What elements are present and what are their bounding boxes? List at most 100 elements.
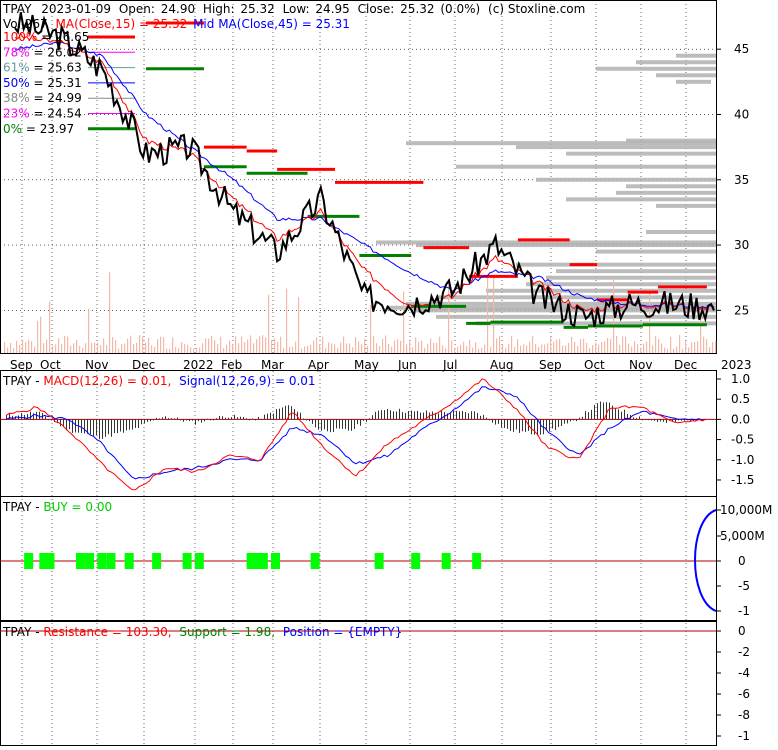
volume-bar — [70, 345, 72, 353]
volume-bar — [313, 340, 315, 353]
macd-histogram-bar — [21, 412, 22, 420]
volume-bar — [499, 336, 501, 353]
volume-bar — [379, 346, 381, 353]
macd-histogram-bar — [369, 418, 370, 420]
volume-bar — [421, 340, 423, 353]
volume-bar — [445, 348, 447, 353]
macd-histogram-bar — [345, 419, 346, 429]
volume-bar — [196, 347, 198, 353]
volume-bar — [337, 348, 339, 353]
volume-bar — [685, 341, 687, 353]
macd-histogram-bar — [48, 419, 49, 421]
macd-histogram-bar — [45, 416, 46, 420]
macd-histogram-bar — [177, 417, 178, 420]
fib-level-label: 50% = 25.31 — [3, 76, 82, 90]
fib-level-label: 100% = 26.65 — [3, 30, 89, 44]
macd-histogram-bar — [624, 409, 625, 420]
volume-bar — [10, 342, 12, 353]
volume-bar — [709, 347, 711, 353]
macd-histogram-bar — [354, 419, 355, 429]
volume-bar — [412, 347, 414, 353]
volume-bar — [106, 345, 108, 353]
volume-bar — [349, 343, 351, 353]
macd-histogram-bar — [648, 419, 649, 421]
volume-bar — [340, 342, 342, 353]
volume-bar — [286, 288, 288, 353]
volume-bar — [373, 335, 375, 353]
macd-histogram-bar — [192, 419, 193, 421]
macd-histogram-bar — [186, 419, 187, 421]
macd-histogram-bar — [417, 410, 418, 420]
volume-bar — [439, 336, 441, 353]
volume-bar — [199, 347, 201, 353]
volume-bar — [115, 340, 117, 353]
macd-histogram-bar — [504, 419, 505, 428]
macd-histogram-bar — [228, 417, 229, 420]
macd-histogram-bar — [531, 419, 532, 435]
buy-tick-label: -1 — [738, 604, 750, 618]
volume-profile-bar — [626, 184, 716, 189]
volume-bar — [571, 336, 573, 353]
volume-profile-bar — [536, 177, 716, 182]
macd-histogram-bar — [609, 402, 610, 420]
volume-bar — [610, 339, 612, 353]
volume-bar — [625, 336, 627, 353]
macd-histogram-bar — [498, 419, 499, 424]
volume-bar — [622, 336, 624, 353]
macd-histogram-bar — [594, 405, 595, 420]
resistance-tick-label: -4 — [738, 666, 750, 680]
volume-bar — [271, 339, 273, 353]
volume-bar — [322, 336, 324, 353]
volume-bar — [181, 342, 183, 353]
macd-histogram-bar — [105, 419, 106, 437]
volume-bar — [403, 291, 405, 353]
macd-histogram-bar — [174, 418, 175, 420]
macd-histogram-bar — [120, 419, 121, 432]
volume-bar — [679, 335, 681, 353]
month-label: Feb — [221, 358, 242, 372]
price-layer — [14, 12, 715, 328]
volume-bar — [442, 345, 444, 353]
volume-bar — [121, 343, 123, 353]
macd-histogram-bar — [30, 411, 31, 420]
volume-bar — [676, 346, 678, 353]
macd-histogram-bar — [474, 411, 475, 420]
volume-bar — [355, 337, 357, 353]
resistance-tick-label: -1 — [738, 729, 750, 743]
volume-bar — [682, 348, 684, 353]
volume-bar — [562, 345, 564, 353]
volume-bar — [133, 343, 135, 353]
volume-profile-bar — [616, 190, 716, 195]
volume-bar — [175, 346, 177, 353]
volume-bar — [151, 345, 153, 353]
macd-histogram-bar — [24, 414, 25, 420]
macd-histogram-bar — [660, 419, 661, 422]
volume-bar — [484, 344, 486, 353]
macd-histogram-bar — [363, 419, 364, 421]
month-label: Oct — [584, 358, 605, 372]
buy-signal-marker — [152, 553, 162, 569]
macd-histogram-bar — [588, 412, 589, 420]
volume-bar — [319, 344, 321, 353]
buy-signal-marker — [472, 553, 482, 569]
volume-bar — [400, 340, 402, 353]
macd-histogram-bar — [618, 409, 619, 420]
volume-bar — [541, 344, 543, 353]
chart-header: TPAY 2023-01-09 Open: 24.90 High: 25.32 … — [2, 2, 585, 16]
price-tick-label: 35 — [734, 173, 749, 187]
macd-histogram-bar — [456, 410, 457, 420]
macd-histogram-bar — [273, 413, 274, 420]
volume-bar — [469, 339, 471, 353]
buy-tick-label: 5,000M — [720, 529, 765, 543]
macd-histogram-bar — [657, 419, 658, 423]
macd-histogram-bar — [51, 419, 52, 421]
volume-profile-bar — [596, 249, 716, 254]
volume-bar — [697, 341, 699, 353]
macd-histogram-bar — [213, 419, 214, 421]
volume-bar — [430, 338, 432, 353]
volume-profile-bar — [516, 262, 716, 267]
volume-bar — [46, 339, 48, 353]
price-tick-label: 40 — [734, 107, 749, 121]
volume-bar — [652, 345, 654, 353]
macd-histogram-bar — [144, 419, 145, 424]
